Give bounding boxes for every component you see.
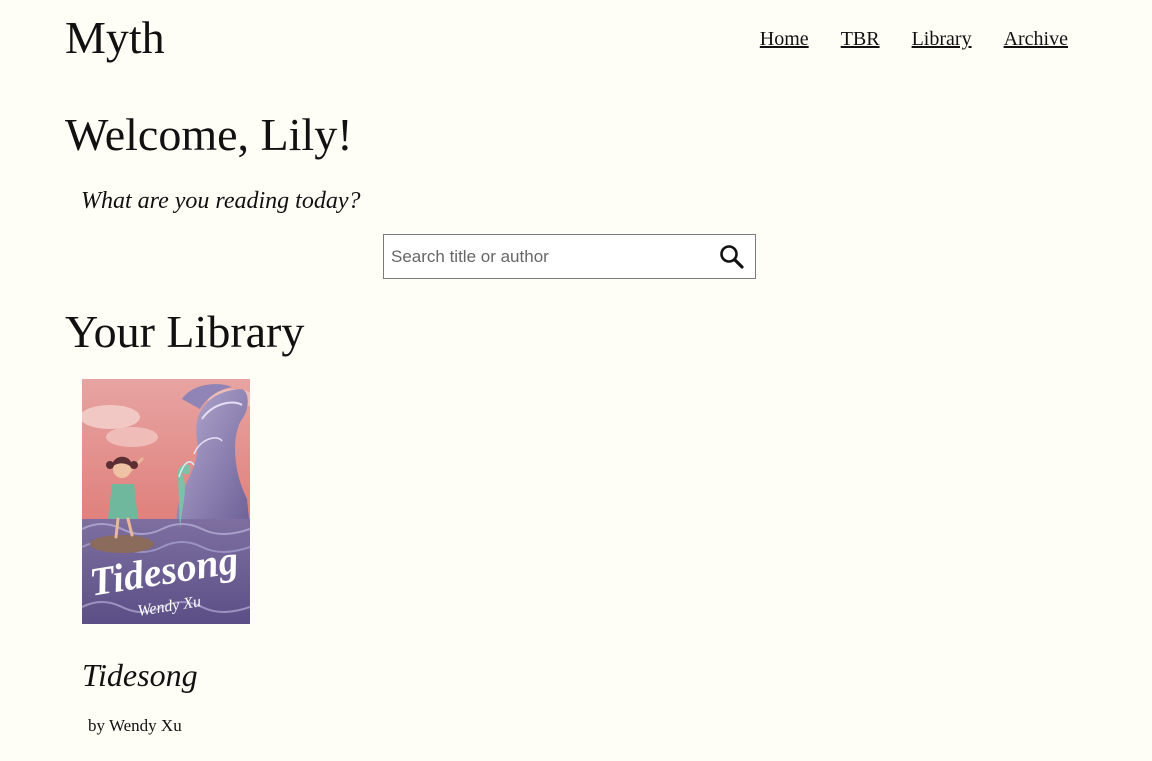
book-cover-image[interactable]: Tidesong Wendy Xu — [82, 379, 250, 624]
library-heading: Your Library — [65, 306, 305, 357]
book-card: Tidesong Wendy Xu Tidesong by Wendy Xu — [82, 379, 262, 735]
nav-home-link[interactable]: Home — [760, 27, 809, 51]
search-box — [383, 234, 756, 279]
site-title[interactable]: Myth — [65, 10, 165, 66]
book-author: by Wendy Xu — [88, 716, 182, 735]
reading-prompt: What are you reading today? — [81, 188, 361, 214]
book-title[interactable]: Tidesong — [82, 655, 198, 695]
welcome-heading: Welcome, Lily! — [65, 109, 353, 160]
nav-tbr-link[interactable]: TBR — [841, 27, 880, 51]
nav-archive-link[interactable]: Archive — [1004, 27, 1068, 51]
search-input[interactable] — [384, 235, 709, 278]
search-button[interactable] — [709, 235, 755, 278]
main-nav: Home TBR Library Archive — [760, 27, 1068, 51]
nav-library-link[interactable]: Library — [912, 27, 972, 51]
search-icon — [720, 244, 744, 269]
